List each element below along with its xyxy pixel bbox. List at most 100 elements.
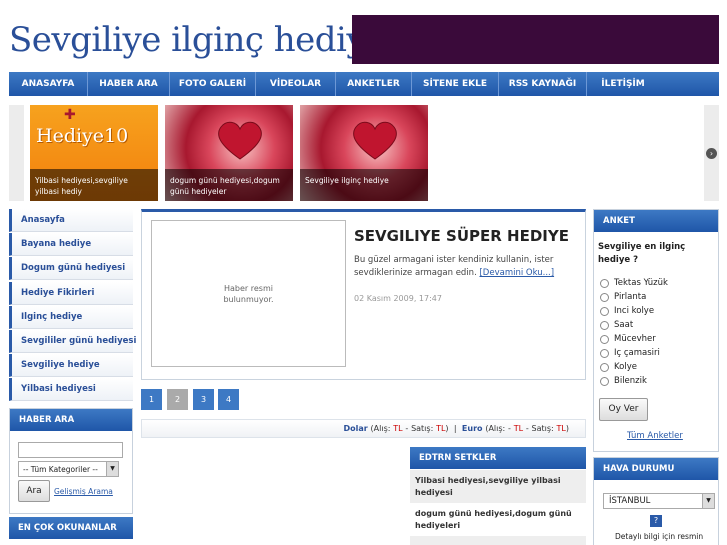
currency-bar: Dolar (Alış: TL - Satış: TL) | Euro (Alı… xyxy=(141,419,586,438)
radio-button[interactable] xyxy=(600,376,609,386)
slide-logo: Hediye10 xyxy=(36,125,129,147)
dolar-sep: - xyxy=(405,424,409,433)
cross-icon: ✚ xyxy=(64,107,76,123)
category-select[interactable]: -- Tüm Kategoriler -- ▼ xyxy=(18,461,119,477)
nav-haber-ara[interactable]: HABER ARA xyxy=(88,72,170,96)
poll-option[interactable]: Kolye xyxy=(600,362,637,372)
city-select[interactable]: İSTANBUL ▼ xyxy=(603,493,715,509)
radio-button[interactable] xyxy=(600,278,609,288)
poll-option-label: Pirlanta xyxy=(614,292,647,302)
poll-option[interactable]: Saat xyxy=(600,320,633,330)
sidebar-item-bayana-hediye[interactable]: Bayana hediye xyxy=(9,233,133,256)
euro-satis-unit: TL xyxy=(556,424,566,433)
radio-button[interactable] xyxy=(600,320,609,330)
advanced-search-link[interactable]: Gelişmiş Arama xyxy=(54,487,113,496)
poll-option-label: Iç çamasiri xyxy=(614,348,660,358)
radio-button[interactable] xyxy=(600,348,609,358)
editor-pick-item-cut[interactable] xyxy=(410,536,586,545)
article-image-placeholder[interactable]: Haber resmi bulunmuyor. xyxy=(151,220,346,367)
poll-header: ANKET xyxy=(594,210,718,232)
poll-option[interactable]: Pirlanta xyxy=(600,292,646,302)
read-more-link[interactable]: [Devamini Oku...] xyxy=(479,268,554,278)
radio-button[interactable] xyxy=(600,292,609,302)
euro-label: Euro xyxy=(461,424,483,433)
chevron-down-icon: ▼ xyxy=(106,462,118,476)
dolar-alis-label: Alış: xyxy=(373,424,391,433)
nav-videolar[interactable]: VİDEOLAR xyxy=(256,72,336,96)
slide-caption: dogum günü hediyesi,dogum günü hediyeler xyxy=(165,169,293,201)
radio-button[interactable] xyxy=(600,334,609,344)
weather-note: Detaylı bilgi için resmin xyxy=(615,532,704,541)
radio-button[interactable] xyxy=(600,306,609,316)
dolar-label: Dolar xyxy=(343,424,368,433)
dolar-satis-unit: TL xyxy=(436,424,446,433)
most-read-header: EN ÇOK OKUNANLAR xyxy=(9,517,133,539)
poll-option-label: Saat xyxy=(614,320,634,330)
main-nav: ANASAYFA HABER ARA FOTO GALERİ VİDEOLAR … xyxy=(9,72,719,96)
nav-anketler[interactable]: ANKETLER xyxy=(336,72,412,96)
dolar-alis-unit: TL xyxy=(393,424,403,433)
slide-caption: Sevgiliye ilginç hediye xyxy=(300,169,428,201)
poll-option[interactable]: Mücevher xyxy=(600,334,656,344)
no-image-line-1: Haber resmi xyxy=(224,284,273,293)
euro-alis-value: - xyxy=(508,424,511,433)
euro-sep: - xyxy=(525,424,529,433)
sidebar-item-sevgiliye-hediye[interactable]: Sevgiliye hediye xyxy=(9,354,133,377)
nav-iletisim[interactable]: İLETİŞİM xyxy=(587,72,659,96)
article-title[interactable]: SEVGILIYE SÜPER HEDIYE xyxy=(354,227,569,245)
euro-alis-unit: TL xyxy=(513,424,524,433)
poll-option[interactable]: Iç çamasiri xyxy=(600,348,660,358)
page-button-2[interactable]: 2 xyxy=(167,389,188,410)
nav-anasayfa[interactable]: ANASAYFA xyxy=(9,72,88,96)
no-image-line-2: bulunmuyor. xyxy=(223,295,274,304)
poll-option-label: Inci kolye xyxy=(614,306,655,316)
sidebar-item-yilbasi-hediyesi[interactable]: Yilbasi hediyesi xyxy=(9,378,133,401)
poll-option-label: Mücevher xyxy=(614,334,656,344)
slide-1[interactable]: ✚ Hediye10 Yilbasi hediyesi,sevgiliye yi… xyxy=(30,105,158,201)
sidebar-item-anasayfa[interactable]: Anasayfa xyxy=(9,209,133,232)
nav-rss-kaynagi[interactable]: RSS KAYNAĞI xyxy=(499,72,587,96)
article-date: 02 Kasım 2009, 17:47 xyxy=(354,294,442,303)
sidebar-item-hediye-fikirleri[interactable]: Hediye Fikirleri xyxy=(9,282,133,305)
next-arrow-icon[interactable]: › xyxy=(706,148,717,159)
all-polls-link[interactable]: Tüm Anketler xyxy=(627,431,683,441)
help-icon[interactable]: ? xyxy=(650,515,662,527)
chevron-down-icon: ▼ xyxy=(702,494,714,508)
poll-option-label: Kolye xyxy=(614,362,637,372)
sidebar-item-dogum-gunu[interactable]: Dogum günü hediyesi xyxy=(9,257,133,280)
poll-option[interactable]: Tektas Yüzük xyxy=(600,278,668,288)
search-panel-header: HABER ARA xyxy=(10,409,132,431)
poll-option-label: Tektas Yüzük xyxy=(614,278,668,288)
editor-pick-item[interactable]: dogum günü hediyesi,dogum günü hediyeler… xyxy=(410,503,586,537)
vote-button[interactable]: Oy Ver xyxy=(599,398,648,421)
heart-icon xyxy=(353,121,397,160)
poll-option[interactable]: Inci kolye xyxy=(600,306,654,316)
sidebar-item-ilginc-hediye[interactable]: Ilginç hediye xyxy=(9,306,133,329)
page-button-4[interactable]: 4 xyxy=(218,389,239,410)
site-title[interactable]: Sevgiliye ilginç hediye xyxy=(9,20,385,60)
nav-sitene-ekle[interactable]: SİTENE EKLE xyxy=(412,72,499,96)
poll-option[interactable]: Bilenzik xyxy=(600,376,647,386)
search-input[interactable] xyxy=(18,442,123,458)
sidebar-item-sevgililer-gunu[interactable]: Sevgililer günü hediyesi xyxy=(9,330,136,353)
category-select-value: -- Tüm Kategoriler -- xyxy=(23,465,98,474)
poll-option-label: Bilenzik xyxy=(614,376,647,386)
euro-satis-label: Satış: xyxy=(531,424,554,433)
header-banner[interactable] xyxy=(352,15,719,64)
search-button[interactable]: Ara xyxy=(18,480,50,502)
radio-button[interactable] xyxy=(600,362,609,372)
poll-question: Sevgiliye en ilginç hediye ? xyxy=(598,242,686,265)
page-button-1[interactable]: 1 xyxy=(141,389,162,410)
slide-caption: Yilbasi hediyesi,sevgiliye yilbasi hediy xyxy=(30,169,158,201)
page-button-3[interactable]: 3 xyxy=(193,389,214,410)
heart-icon xyxy=(218,121,262,160)
slider-left-edge xyxy=(9,105,24,201)
nav-foto-galeri[interactable]: FOTO GALERİ xyxy=(170,72,256,96)
slide-2[interactable]: dogum günü hediyesi,dogum günü hediyeler xyxy=(165,105,293,201)
euro-alis-label: Alış: xyxy=(488,424,506,433)
city-select-value: İSTANBUL xyxy=(609,496,651,506)
article-summary: Bu güzel armagani ister kendiniz kullani… xyxy=(354,254,579,280)
weather-header: HAVA DURUMU xyxy=(594,458,718,480)
slide-3[interactable]: Sevgiliye ilginç hediye xyxy=(300,105,428,201)
editor-pick-item[interactable]: Yilbasi hediyesi,sevgiliye yilbasi hediy… xyxy=(410,470,586,504)
